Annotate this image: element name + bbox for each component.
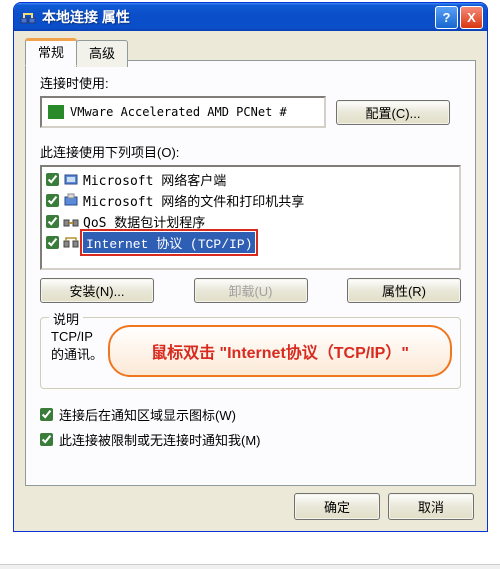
tab-general[interactable]: 常规 bbox=[25, 38, 77, 66]
uninstall-button: 卸载(U) bbox=[194, 278, 308, 303]
show-icon-label: 连接后在通知区域显示图标(W) bbox=[59, 405, 236, 424]
item-checkbox[interactable] bbox=[46, 215, 59, 228]
component-buttons: 安装(N)... 卸载(U) 属性(R) bbox=[40, 278, 461, 303]
list-item-selected[interactable]: Internet 协议 (TCP/IP) bbox=[44, 232, 457, 253]
item-label: Microsoft 网络的文件和打印机共享 bbox=[83, 191, 304, 210]
install-button[interactable]: 安装(N)... bbox=[40, 278, 154, 303]
show-icon-checkbox[interactable] bbox=[40, 408, 53, 421]
item-checkbox[interactable] bbox=[46, 173, 59, 186]
items-label: 此连接使用下列项目(O): bbox=[40, 142, 461, 161]
tab-panel-general: 连接时使用: VMware Accelerated AMD PCNet # 配置… bbox=[25, 60, 476, 486]
qos-icon bbox=[63, 214, 79, 230]
adapter-field: VMware Accelerated AMD PCNet # bbox=[40, 96, 326, 128]
components-listbox[interactable]: Microsoft 网络客户端 Microsoft 网络的文件和打印机共享 Qo… bbox=[40, 165, 461, 270]
item-label: QoS 数据包计划程序 bbox=[83, 212, 205, 231]
callout-text: 鼠标双击 "Internet协议（TCP/IP）" bbox=[151, 339, 409, 363]
cancel-button[interactable]: 取消 bbox=[388, 493, 474, 520]
list-item[interactable]: QoS 数据包计划程序 bbox=[44, 211, 457, 232]
nic-icon bbox=[48, 105, 64, 119]
window-icon bbox=[20, 9, 36, 25]
share-icon bbox=[63, 193, 79, 209]
item-checkbox[interactable] bbox=[46, 194, 59, 207]
adapter-name: VMware Accelerated AMD PCNet # bbox=[70, 105, 287, 119]
show-icon-row: 连接后在通知区域显示图标(W) bbox=[40, 405, 461, 424]
list-item[interactable]: Microsoft 网络的文件和打印机共享 bbox=[44, 190, 457, 211]
item-label: Microsoft 网络客户端 bbox=[83, 170, 226, 189]
titlebar[interactable]: 本地连接 属性 ? X bbox=[14, 3, 487, 31]
notify-label: 此连接被限制或无连接时通知我(M) bbox=[59, 430, 261, 449]
item-checkbox[interactable] bbox=[46, 236, 59, 249]
description-legend: 说明 bbox=[49, 309, 83, 328]
protocol-icon bbox=[63, 235, 79, 251]
help-button[interactable]: ? bbox=[435, 6, 458, 29]
list-item[interactable]: Microsoft 网络客户端 bbox=[44, 169, 457, 190]
page-footer-border bbox=[0, 564, 500, 569]
tooltip-callout: 鼠标双击 "Internet协议（TCP/IP）" bbox=[108, 325, 452, 377]
client-area: 常规 高级 连接时使用: VMware Accelerated AMD PCNe… bbox=[17, 31, 484, 528]
dialog-buttons: 确定 取消 bbox=[294, 493, 474, 520]
ok-button[interactable]: 确定 bbox=[294, 493, 380, 520]
client-icon bbox=[63, 172, 79, 188]
close-button[interactable]: X bbox=[460, 6, 483, 29]
properties-dialog: 本地连接 属性 ? X 常规 高级 连接时使用: VMware Accelera… bbox=[13, 2, 488, 532]
tab-advanced[interactable]: 高级 bbox=[76, 40, 128, 67]
tab-strip: 常规 高级 bbox=[25, 37, 476, 64]
item-label: Internet 协议 (TCP/IP) bbox=[83, 232, 255, 253]
properties-button[interactable]: 属性(R) bbox=[347, 278, 461, 303]
configure-button[interactable]: 配置(C)... bbox=[336, 100, 450, 125]
window-title: 本地连接 属性 bbox=[42, 7, 433, 27]
notify-row: 此连接被限制或无连接时通知我(M) bbox=[40, 430, 461, 449]
notify-checkbox[interactable] bbox=[40, 433, 53, 446]
connect-using-label: 连接时使用: bbox=[40, 73, 461, 92]
